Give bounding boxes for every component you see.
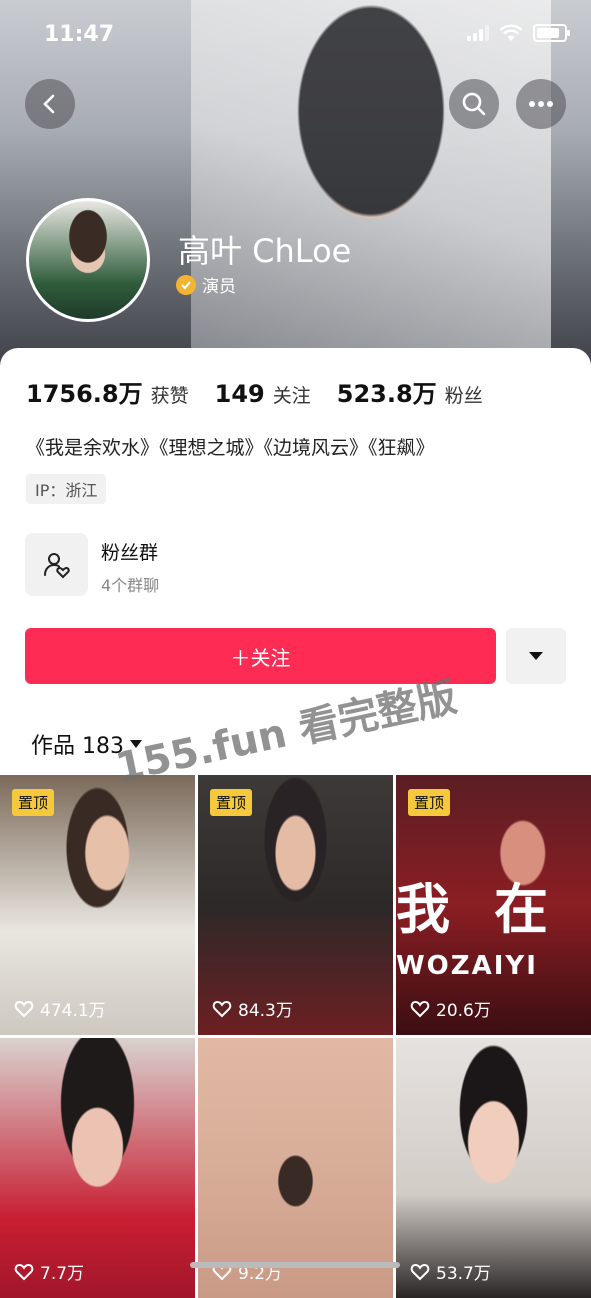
video-thumbnail[interactable]: 7.7万 — [0, 1038, 195, 1298]
video-likes: 20.6万 — [410, 996, 491, 1021]
more-dots-icon — [529, 101, 553, 107]
pinned-badge: 置顶 — [210, 789, 253, 816]
tab-works-label: 作品 183 — [31, 734, 124, 759]
recommend-dropdown-button[interactable] — [506, 628, 566, 684]
video-likes: 7.7万 — [14, 1259, 84, 1284]
video-thumbnail[interactable]: 置顶 84.3万 — [198, 775, 393, 1035]
stats-row: 1756.8万 获赞 149 关注 523.8万 粉丝 — [26, 374, 509, 409]
profile-name: 高叶 ChLoe — [178, 232, 352, 270]
heart-icon — [14, 1263, 34, 1280]
video-grid: 置顶 474.1万 置顶 84.3万 置顶 我 在 WOZAIYI 20.6万 … — [0, 775, 591, 1298]
fan-group-icon — [43, 552, 70, 578]
heart-icon — [410, 1263, 430, 1280]
avatar[interactable] — [26, 198, 150, 322]
overlay-text-right: 在 — [494, 878, 548, 941]
followers-label: 粉丝 — [444, 385, 483, 407]
likes-count-label: 20.6万 — [436, 1001, 491, 1021]
pinned-badge: 置顶 — [408, 789, 451, 816]
overlay-text-left: 我 — [396, 878, 450, 941]
ip-location-tag: IP：浙江 — [26, 474, 107, 504]
overlay-subtext: WOZAIYI — [396, 951, 538, 981]
video-likes: 84.3万 — [212, 996, 293, 1021]
status-time: 11:47 — [44, 22, 115, 47]
video-likes: 53.7万 — [410, 1259, 491, 1284]
status-bar: 11:47 — [0, 0, 591, 70]
followers-count[interactable]: 523.8万 — [337, 374, 437, 409]
home-indicator[interactable] — [190, 1262, 400, 1268]
wifi-icon — [499, 24, 523, 41]
video-thumbnail[interactable]: 53.7万 — [396, 1038, 591, 1298]
status-icons — [467, 24, 570, 42]
likes-count-label: 7.7万 — [40, 1264, 85, 1284]
fan-group-title[interactable]: 粉丝群 — [101, 538, 158, 565]
likes-count-label: 53.7万 — [436, 1264, 491, 1284]
bio-works: 《我是余欢水》《理想之城》《边境风云》《狂飙》 — [26, 437, 435, 459]
more-button[interactable] — [516, 79, 566, 129]
caret-down-icon — [529, 652, 543, 660]
back-button[interactable] — [25, 79, 75, 129]
video-thumbnail[interactable]: 置顶 474.1万 — [0, 775, 195, 1035]
likes-count-label: 84.3万 — [238, 1001, 293, 1021]
heart-icon — [410, 1000, 430, 1017]
search-icon — [462, 92, 486, 116]
fan-group-subtitle: 4个群聊 — [101, 576, 160, 595]
pinned-badge: 置顶 — [12, 789, 55, 816]
heart-icon — [14, 1000, 34, 1017]
video-thumbnail[interactable]: 9.2万 — [198, 1038, 393, 1298]
chevron-left-icon — [43, 94, 55, 114]
search-button[interactable] — [449, 79, 499, 129]
verified-check-icon — [176, 274, 196, 295]
signal-icon — [467, 25, 489, 41]
verify-label: 演员 — [202, 277, 236, 297]
fan-group-icon-box[interactable] — [25, 533, 88, 596]
following-count[interactable]: 149 — [215, 380, 265, 408]
battery-icon — [533, 24, 570, 42]
following-label: 关注 — [272, 385, 311, 407]
verification: 演员 — [176, 272, 236, 297]
likes-label: 获赞 — [150, 385, 189, 407]
likes-count[interactable]: 1756.8万 — [26, 374, 143, 409]
video-likes: 474.1万 — [14, 996, 106, 1021]
heart-icon — [212, 1000, 232, 1017]
video-thumbnail[interactable]: 置顶 我 在 WOZAIYI 20.6万 — [396, 775, 591, 1035]
likes-count-label: 474.1万 — [40, 1001, 106, 1021]
